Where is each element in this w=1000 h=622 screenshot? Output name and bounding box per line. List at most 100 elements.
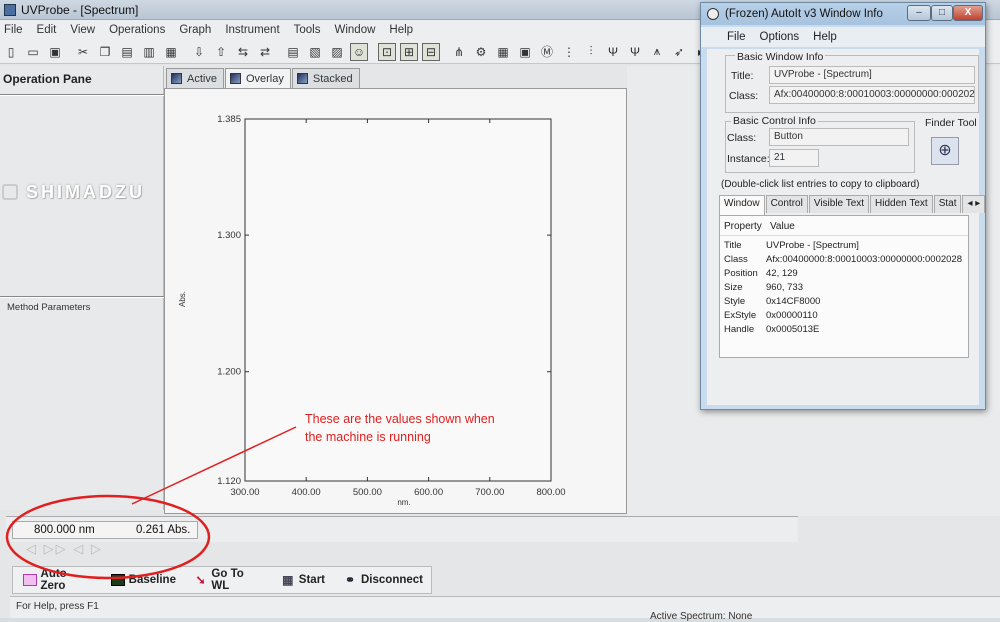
scale-icon[interactable]: ⫶ (582, 43, 600, 61)
y-tick-label: 1.300 (217, 230, 241, 241)
valley-icon[interactable]: Ψ (626, 43, 644, 61)
menu-file[interactable]: File (4, 24, 23, 36)
print-icon[interactable]: ▥ (140, 43, 158, 61)
graph-icon (296, 73, 308, 84)
graph-tabs: Active Overlay Stacked (166, 68, 361, 88)
tab-hidden-text[interactable]: Hidden Text (870, 195, 933, 213)
spectrum-graph-panel[interactable]: 300.00 400.00 500.00 600.00 700.00 800.00 1.38… (164, 88, 627, 514)
menu-window[interactable]: Window (335, 24, 376, 36)
list-item[interactable]: Size 960, 733 (720, 282, 968, 296)
tab-overlay[interactable]: Overlay (224, 68, 291, 88)
title-field[interactable]: UVProbe - [Spectrum] (769, 66, 975, 84)
new-file-icon[interactable]: ▯ (2, 43, 20, 61)
autoit-icon (707, 8, 719, 20)
tab-visible-text[interactable]: Visible Text (808, 195, 870, 213)
menu-graph[interactable]: Graph (179, 24, 211, 36)
grid-icon[interactable]: ⋮ (560, 43, 578, 61)
basic-window-info-group (725, 55, 979, 113)
class-label: Class: (729, 90, 759, 102)
close-button[interactable]: X (953, 5, 983, 21)
property-column-header[interactable]: Property (724, 221, 762, 232)
zoom-icon[interactable]: ⊡ (378, 42, 396, 61)
autoit-menu-file[interactable]: File (727, 31, 746, 43)
export-icon[interactable]: ⇄ (256, 43, 274, 61)
menu-tools[interactable]: Tools (294, 24, 321, 36)
print-preview-icon[interactable]: ▦ (162, 43, 180, 61)
nav-arrows-icon[interactable]: ◁ ▷▷ ◁ ▷ (26, 541, 103, 557)
y-axis-label: Abs. (178, 291, 187, 307)
tab-stacked[interactable]: Stacked (291, 68, 360, 88)
tab-window[interactable]: Window (719, 195, 765, 215)
annotation-text: These are the values shown when the mach… (305, 410, 495, 446)
command-bar: Auto Zero Baseline ➘ Go To WL ▦ Start ⚭ … (12, 566, 432, 594)
person-icon[interactable]: ☺ (350, 42, 368, 61)
disconnect-button[interactable]: ⚭ Disconnect (343, 574, 423, 586)
import-icon[interactable]: ⇆ (234, 43, 252, 61)
x-tick-label: 700.00 (475, 487, 504, 498)
control-class-field[interactable]: Button (769, 128, 909, 146)
autoit-menu-options[interactable]: Options (760, 31, 800, 43)
instance-label: Instance: (727, 153, 770, 165)
menu-edit[interactable]: Edit (37, 24, 57, 36)
disconnect-icon: ⚭ (344, 573, 356, 587)
minimize-button[interactable]: – (907, 5, 931, 21)
table-icon[interactable]: ▦ (494, 43, 512, 61)
shimadzu-logo: SHIMADZU (26, 182, 145, 202)
save-data-icon[interactable]: ⇧ (212, 43, 230, 61)
load-data-icon[interactable]: ⇩ (190, 43, 208, 61)
graph-icon (229, 73, 241, 84)
maximize-button[interactable]: □ (931, 5, 953, 21)
paste-icon[interactable]: ▤ (118, 43, 136, 61)
basic-window-info-label: Basic Window Info (735, 51, 826, 63)
list-item[interactable]: Style 0x14CF8000 (720, 296, 968, 310)
instrument-icon[interactable]: ▣ (516, 43, 534, 61)
instance-field[interactable]: 21 (769, 149, 819, 167)
zoom-in-icon[interactable]: ⊞ (400, 42, 418, 61)
cursor-icon[interactable]: ➶ (670, 43, 688, 61)
open-folder-icon[interactable]: ▭ (24, 43, 42, 61)
autoit-menu-help[interactable]: Help (813, 31, 837, 43)
meter-icon[interactable]: Ⓜ (538, 43, 556, 61)
peak-icon[interactable]: Ψ (604, 43, 622, 61)
x-tick-label: 500.00 (353, 487, 382, 498)
list-item[interactable]: Class Afx:00400000:8:00010003:00000000:00… (720, 254, 968, 268)
go-to-wl-button[interactable]: ➘ Go To WL (194, 568, 263, 592)
tab-status[interactable]: Stat (933, 195, 962, 213)
class-field[interactable]: Afx:00400000:8:00010003:00000000:0002028 (769, 86, 975, 104)
tab-scroll-arrows-icon[interactable]: ◂ ▸ (962, 195, 986, 213)
autoit-title: (Frozen) AutoIt v3 Window Info (725, 8, 883, 20)
list-item[interactable]: Position 42, 129 (720, 268, 968, 282)
area-icon[interactable]: ⩚ (648, 43, 666, 61)
x-tick-label: 800.00 (536, 487, 565, 498)
list-item[interactable]: Title UVProbe - [Spectrum] (720, 240, 968, 254)
properties-icon[interactable]: ▨ (328, 43, 346, 61)
menu-instrument[interactable]: Instrument (225, 24, 279, 36)
menu-operations[interactable]: Operations (109, 24, 165, 36)
list-item[interactable]: Handle 0x0005013E (720, 324, 968, 338)
autoit-menu-bar: File Options Help (701, 27, 985, 47)
annotation-line-2: the machine is running (305, 430, 431, 444)
copy-icon[interactable]: ❐ (96, 43, 114, 61)
cut-icon[interactable]: ✂ (74, 43, 92, 61)
list-item[interactable]: ExStyle 0x00000110 (720, 310, 968, 324)
tab-active[interactable]: Active (166, 68, 224, 88)
peak-pick-icon[interactable]: ⋔ (450, 43, 468, 61)
value-column-header[interactable]: Value (770, 221, 795, 232)
tab-control[interactable]: Control (765, 195, 808, 213)
y-tick-label: 1.200 (217, 367, 241, 378)
start-button[interactable]: ▦ Start (281, 574, 325, 586)
zoom-out-icon[interactable]: ⊟ (422, 42, 440, 61)
settings-icon[interactable]: ⚙ (472, 43, 490, 61)
menu-view[interactable]: View (70, 24, 95, 36)
spectrum-plot[interactable]: 300.00 400.00 500.00 600.00 700.00 800.00 1.38… (165, 89, 628, 515)
auto-zero-button[interactable]: Auto Zero (23, 568, 93, 592)
save-icon[interactable]: ▣ (46, 43, 64, 61)
finder-tool-icon[interactable]: ⊕ (931, 137, 959, 165)
method-icon[interactable]: ▤ (284, 43, 302, 61)
property-list[interactable]: Property Value Title UVProbe - [Spectrum]… (719, 215, 969, 358)
baseline-button[interactable]: Baseline (110, 574, 176, 586)
report-icon[interactable]: ▧ (306, 43, 324, 61)
annotation-line-1: These are the values shown when (305, 412, 495, 426)
menu-help[interactable]: Help (389, 24, 413, 36)
window-title: UVProbe - [Spectrum] (21, 2, 139, 17)
